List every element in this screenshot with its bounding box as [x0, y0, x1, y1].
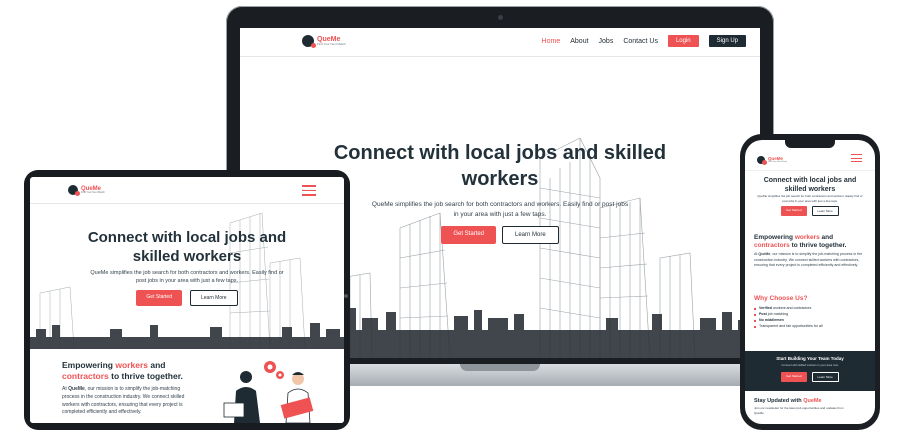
why-choose-list: Verified workers and contractors Post jo… — [754, 305, 870, 329]
top-nav: QueMe Find Your Next Match — [30, 177, 344, 204]
about-section: Empowering workers and contractors to th… — [30, 349, 344, 423]
newsletter-subtitle: Join our newsletter for the latest job o… — [754, 406, 844, 415]
nav-about[interactable]: About — [570, 38, 588, 45]
brand-tagline: Find Your Next Match — [81, 190, 105, 194]
camera-dot — [498, 15, 503, 20]
tablet-camera-dot — [344, 294, 348, 298]
nav-jobs[interactable]: Jobs — [599, 38, 614, 45]
menu-icon[interactable] — [302, 185, 316, 199]
logo-icon — [302, 35, 316, 48]
brand-tagline: Find Your Next Match — [768, 161, 788, 164]
top-nav: QueMe Find Your Next Match Home About Jo… — [240, 28, 760, 57]
tablet-screen: QueMe Find Your Next Match Connect with … — [30, 177, 344, 423]
tablet-device: QueMe Find Your Next Match Connect with … — [24, 170, 350, 430]
hero-subtitle: QueMe simplifies the job search for both… — [90, 270, 284, 285]
cta-subtitle: Connect with skilled workers in your are… — [781, 363, 839, 367]
brand-logo[interactable]: QueMe Find Your Next Match — [757, 156, 788, 165]
login-button[interactable]: Login — [667, 35, 699, 47]
workers-illustration — [223, 361, 314, 423]
empowering-title: Empowering workers and contractors to th… — [754, 234, 847, 250]
hero-title: Connect with local jobs and skilled work… — [333, 142, 667, 190]
hero-buttons: Get Started Learn More — [30, 290, 344, 306]
empowering-title: Empowering workers and contractors to th… — [62, 360, 183, 382]
list-item: Transparent and fair opportunities for a… — [754, 323, 870, 329]
nav-contact[interactable]: Contact Us — [623, 38, 658, 45]
hero-subtitle: QueMe simplifies the job search for both… — [371, 201, 629, 218]
learn-more-button[interactable]: Learn More — [190, 290, 238, 306]
get-started-button[interactable]: Get Started — [136, 290, 182, 306]
cta-banner: Start Building Your Team Today Connect w… — [745, 351, 875, 391]
cta-get-started-button[interactable]: Get Started — [781, 372, 807, 382]
logo-icon — [68, 185, 80, 196]
mission-text: At QueMe, our mission is to simplify the… — [62, 386, 185, 416]
nav-links: Home About Jobs Contact Us Login Sign Up — [542, 35, 746, 47]
gear-icon — [264, 361, 284, 379]
hero-title: Connect with local jobs and skilled work… — [763, 177, 857, 194]
cta-buttons: Get Started Learn More — [745, 372, 875, 382]
signup-button[interactable]: Sign Up — [708, 35, 746, 47]
menu-icon[interactable] — [851, 154, 862, 165]
laptop-hinge-notch — [460, 364, 540, 371]
why-choose-title: Why Choose Us? — [754, 295, 808, 302]
brand-tagline: Find Your Next Match — [317, 42, 346, 46]
get-started-button[interactable]: Get Started — [781, 206, 807, 216]
phone-device: QueMe Find Your Next Match Connect with … — [740, 134, 880, 430]
cta-title: Start Building Your Team Today — [776, 356, 844, 361]
cta-learn-more-button[interactable]: Learn More — [811, 372, 839, 382]
brand-logo[interactable]: QueMe Find Your Next Match — [302, 35, 346, 48]
learn-more-button[interactable]: Learn More — [811, 206, 839, 216]
mission-text: At QueMe, our mission is to simplify the… — [754, 252, 863, 268]
get-started-button[interactable]: Get Started — [441, 226, 496, 244]
phone-notch — [785, 140, 835, 148]
brand-logo[interactable]: QueMe Find Your Next Match — [68, 185, 105, 196]
nav-home[interactable]: Home — [542, 38, 561, 45]
newsletter-title: Stay Updated with QueMe — [754, 398, 822, 404]
hero-subtitle: QueMe simplifies the job search for both… — [757, 194, 863, 203]
learn-more-button[interactable]: Learn More — [502, 226, 559, 244]
hero-title: Connect with local jobs and skilled work… — [87, 229, 287, 265]
hero-buttons: Get Started Learn More — [745, 206, 875, 216]
top-nav: QueMe Find Your Next Match — [745, 148, 875, 171]
phone-screen: QueMe Find Your Next Match Connect with … — [745, 140, 875, 424]
logo-icon — [757, 156, 767, 165]
